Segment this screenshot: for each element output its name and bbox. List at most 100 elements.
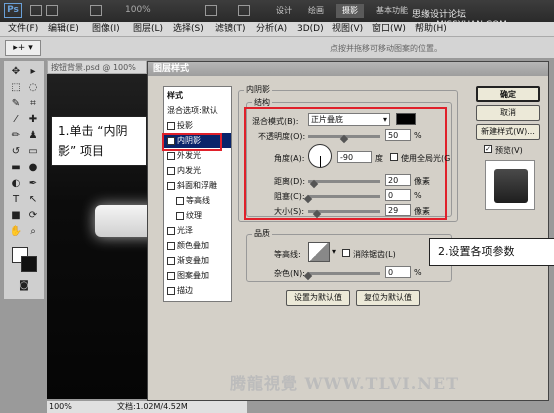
angle-input[interactable]: -90	[337, 151, 372, 163]
chevron-down-icon[interactable]: ▾	[332, 247, 336, 256]
blend-mode-select[interactable]: 正片叠底 ▾	[308, 113, 390, 126]
style-item[interactable]: 投影	[164, 118, 231, 133]
style-checkbox[interactable]	[167, 226, 175, 235]
style-checkbox[interactable]	[167, 286, 175, 295]
opacity-input[interactable]: 50	[385, 129, 411, 141]
crop-tool-icon[interactable]: ⌗	[25, 97, 41, 111]
history-brush-icon[interactable]: ↺	[8, 145, 24, 159]
style-item[interactable]: 颜色叠加	[164, 238, 231, 253]
pen-tool-icon[interactable]: ✒	[25, 177, 41, 191]
tool-preset-picker[interactable]: ▸+ ▾	[5, 40, 41, 56]
noise-slider[interactable]	[308, 272, 380, 275]
brush-tool-icon[interactable]: ✏	[8, 129, 24, 143]
style-item[interactable]: 渐变叠加	[164, 253, 231, 268]
size-input[interactable]: 29	[385, 204, 411, 216]
path-select-tool-icon[interactable]: ↖	[25, 193, 41, 207]
minibridge-icon[interactable]	[46, 5, 58, 16]
bridge-icon[interactable]	[30, 5, 42, 16]
watermark: 腾龍視覺 WWW.TLVI.NET	[230, 374, 460, 393]
make-default-button[interactable]: 设置为默认值	[286, 290, 350, 306]
menu-analysis[interactable]: 分析(A)	[256, 22, 287, 37]
menu-help[interactable]: 帮助(H)	[415, 22, 447, 37]
view-extras-icon[interactable]	[90, 5, 102, 16]
blend-mode-label: 混合模式(B):	[252, 117, 299, 126]
quick-select-tool-icon[interactable]: ✎	[8, 97, 24, 111]
3d-rotate-tool-icon[interactable]: ⟳	[25, 209, 41, 223]
move-tool-icon[interactable]: ✥	[8, 65, 24, 79]
menu-file[interactable]: 文件(F)	[8, 22, 38, 37]
angle-dial[interactable]	[308, 144, 332, 168]
workspace-design[interactable]: 设计	[270, 4, 298, 18]
menu-view[interactable]: 视图(V)	[332, 22, 363, 37]
screen-mode-icon[interactable]	[238, 5, 250, 16]
arrange-documents-icon[interactable]	[205, 5, 217, 16]
options-bar: ▸+ ▾ 点按并拖移可移动图案的位置。	[0, 37, 554, 59]
menu-image[interactable]: 图像(I)	[92, 22, 120, 37]
style-checkbox[interactable]	[167, 271, 175, 280]
quick-mask-icon[interactable]: ◙	[16, 279, 32, 293]
healing-tool-icon[interactable]: ✚	[25, 113, 41, 127]
workspace-essentials[interactable]: 基本功能	[370, 4, 414, 18]
move-tool-icon-2[interactable]: ▸	[25, 65, 41, 79]
style-item[interactable]: 光泽	[164, 223, 231, 238]
style-checkbox[interactable]	[176, 196, 184, 205]
style-item[interactable]: 等高线	[164, 193, 231, 208]
background-color-swatch[interactable]	[21, 256, 37, 272]
distance-slider[interactable]	[308, 180, 380, 183]
style-item[interactable]: 描边	[164, 283, 231, 298]
chevron-down-icon: ▾	[382, 115, 387, 124]
menu-layer[interactable]: 图层(L)	[133, 22, 163, 37]
zoom-level[interactable]: 100%	[125, 5, 151, 15]
zoom-tool-icon[interactable]: ⌕	[25, 225, 41, 239]
cancel-button[interactable]: 取消	[476, 105, 540, 121]
stamp-tool-icon[interactable]: ♟	[25, 129, 41, 143]
status-zoom[interactable]: 100%	[49, 401, 72, 413]
blur-tool-icon[interactable]: ●	[25, 161, 41, 175]
shape-tool-icon[interactable]: ■	[8, 209, 24, 223]
type-tool-icon[interactable]: T	[8, 193, 24, 207]
hand-tool-icon[interactable]: ✋	[8, 225, 24, 239]
style-item[interactable]: 内发光	[164, 163, 231, 178]
document-tab[interactable]: 按钮背景.psd @ 100% (图层	[47, 60, 147, 86]
style-item[interactable]: 混合选项:默认	[164, 103, 231, 118]
menu-window[interactable]: 窗口(W)	[372, 22, 406, 37]
style-checkbox[interactable]	[167, 241, 175, 250]
workspace-photography[interactable]: 摄影	[336, 4, 364, 18]
marquee-tool-icon[interactable]: ⬚	[8, 81, 24, 95]
menu-3d[interactable]: 3D(D)	[297, 22, 324, 37]
global-light-label: 使用全局光(G	[401, 154, 451, 163]
style-checkbox[interactable]	[167, 256, 175, 265]
shadow-color-swatch[interactable]	[396, 113, 416, 125]
style-checkbox[interactable]	[167, 181, 175, 190]
eraser-tool-icon[interactable]: ▭	[25, 145, 41, 159]
distance-unit: 像素	[414, 177, 430, 186]
style-item[interactable]: 纹理	[164, 208, 231, 223]
style-checkbox[interactable]	[167, 166, 175, 175]
style-checkbox[interactable]	[167, 121, 175, 130]
menu-select[interactable]: 选择(S)	[173, 22, 204, 37]
global-light-checkbox[interactable]	[390, 153, 398, 161]
distance-input[interactable]: 20	[385, 174, 411, 186]
eyedropper-tool-icon[interactable]: ⁄	[8, 113, 24, 127]
gradient-tool-icon[interactable]: ▬	[8, 161, 24, 175]
style-item[interactable]: 图案叠加	[164, 268, 231, 283]
style-checkbox[interactable]	[167, 151, 175, 160]
menu-filter[interactable]: 滤镜(T)	[215, 22, 246, 37]
style-checkbox[interactable]	[176, 211, 184, 220]
preview-checkbox[interactable]: ✓	[484, 145, 492, 153]
new-style-button[interactable]: 新建样式(W)...	[476, 124, 540, 140]
style-item[interactable]: 斜面和浮雕	[164, 178, 231, 193]
reset-default-button[interactable]: 复位为默认值	[356, 290, 420, 306]
workspace-painting[interactable]: 绘画	[302, 4, 330, 18]
dodge-tool-icon[interactable]: ◐	[8, 177, 24, 191]
ok-button[interactable]: 确定	[476, 86, 540, 102]
antialias-checkbox[interactable]	[342, 249, 350, 257]
styles-header[interactable]: 样式	[164, 88, 231, 103]
noise-input[interactable]: 0	[385, 266, 411, 278]
menu-edit[interactable]: 编辑(E)	[48, 22, 79, 37]
antialias-label: 消除锯齿(L)	[353, 250, 396, 259]
choke-input[interactable]: 0	[385, 189, 411, 201]
contour-picker[interactable]	[308, 242, 330, 262]
lasso-tool-icon[interactable]: ◌	[25, 81, 41, 95]
choke-slider[interactable]	[308, 195, 380, 198]
